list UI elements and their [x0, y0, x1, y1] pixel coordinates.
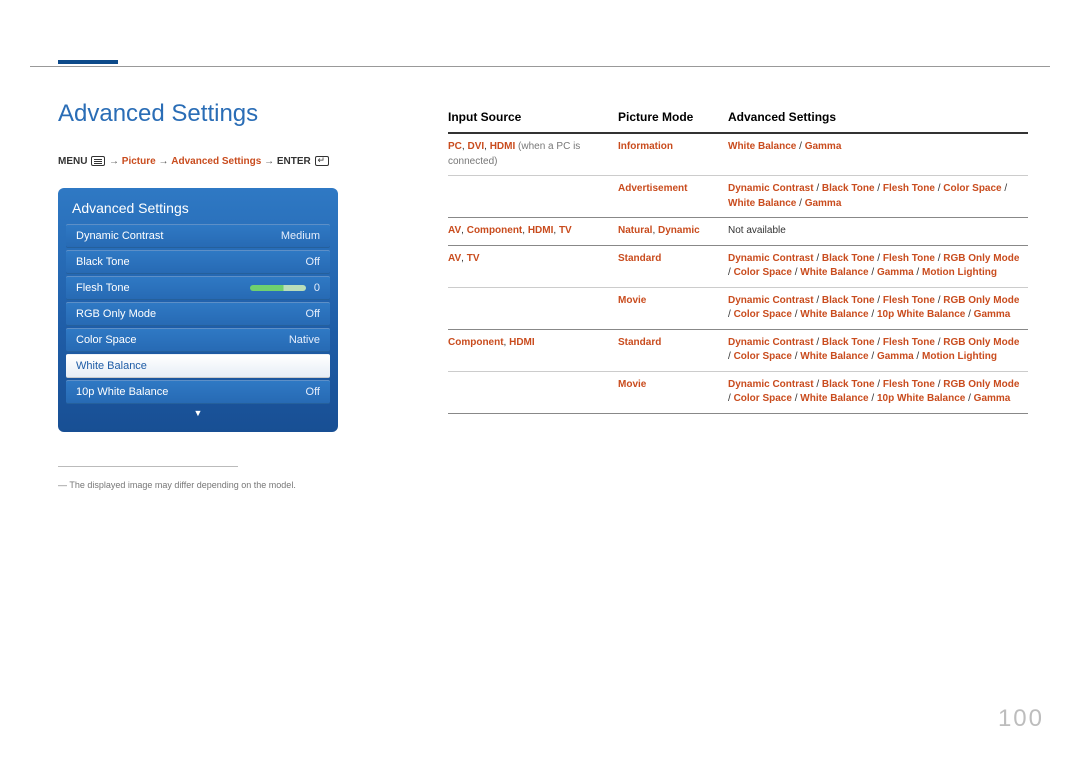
- cell-picture-mode: Standard: [618, 246, 728, 287]
- header-rule: [30, 66, 1050, 67]
- cell-advanced-settings: Dynamic Contrast / Black Tone / Flesh To…: [728, 330, 1028, 371]
- footnote-divider: [58, 466, 238, 467]
- cell-advanced-settings: Dynamic Contrast / Black Tone / Flesh To…: [728, 372, 1028, 413]
- osd-panel: Advanced Settings Dynamic Contrast Medium…: [58, 188, 338, 432]
- osd-row-label: Color Space: [76, 334, 137, 346]
- cell-input-source: Component, HDMI: [448, 330, 618, 371]
- cell-input-source: AV, TV: [448, 246, 618, 287]
- footnote: ― The displayed image may differ dependi…: [58, 480, 296, 490]
- scroll-down-icon[interactable]: ▼: [66, 406, 330, 418]
- osd-row-white-balance[interactable]: White Balance: [66, 354, 330, 378]
- breadcrumb: MENU → Picture → Advanced Settings → ENT…: [58, 156, 330, 167]
- cell-input-source: [448, 176, 618, 217]
- table-row: AV, Component, HDMI, TVNatural, DynamicN…: [448, 218, 1028, 246]
- cell-picture-mode: Information: [618, 134, 728, 175]
- cell-advanced-settings: Not available: [728, 218, 1028, 245]
- osd-row-label: RGB Only Mode: [76, 308, 156, 320]
- osd-title: Advanced Settings: [66, 196, 330, 224]
- osd-row-rgb-only-mode[interactable]: RGB Only Mode Off: [66, 302, 330, 326]
- page-title: Advanced Settings: [58, 100, 258, 128]
- cell-advanced-settings: Dynamic Contrast / Black Tone / Flesh To…: [728, 246, 1028, 287]
- osd-row-flesh-tone[interactable]: Flesh Tone 0: [66, 276, 330, 300]
- osd-row-label: 10p White Balance: [76, 386, 168, 398]
- osd-row-label: Black Tone: [76, 256, 130, 268]
- osd-row-value: Off: [306, 308, 320, 320]
- osd-row-10p-white-balance[interactable]: 10p White Balance Off: [66, 380, 330, 404]
- table-row: AV, TVStandardDynamic Contrast / Black T…: [448, 246, 1028, 288]
- enter-icon: [315, 156, 329, 166]
- cell-picture-mode: Natural, Dynamic: [618, 218, 728, 245]
- cell-input-source: [448, 288, 618, 329]
- enter-label: ENTER: [277, 156, 311, 167]
- osd-row-value: 0: [250, 282, 320, 294]
- osd-row-value: Native: [289, 334, 320, 346]
- cell-advanced-settings: Dynamic Contrast / Black Tone / Flesh To…: [728, 176, 1028, 217]
- col-advanced-settings: Advanced Settings: [728, 103, 1028, 132]
- cell-picture-mode: Standard: [618, 330, 728, 371]
- menu-label: MENU: [58, 156, 87, 167]
- osd-row-value: Off: [306, 386, 320, 398]
- table-row: Component, HDMIStandardDynamic Contrast …: [448, 330, 1028, 372]
- cell-picture-mode: Advertisement: [618, 176, 728, 217]
- osd-row-label: White Balance: [76, 360, 147, 372]
- table-row: PC, DVI, HDMI (when a PC is connected)In…: [448, 134, 1028, 176]
- col-picture-mode: Picture Mode: [618, 103, 728, 132]
- settings-table: Input Source Picture Mode Advanced Setti…: [448, 103, 1028, 414]
- cell-input-source: AV, Component, HDMI, TV: [448, 218, 618, 245]
- menu-icon: [91, 156, 105, 166]
- col-input-source: Input Source: [448, 103, 618, 132]
- osd-row-label: Dynamic Contrast: [76, 230, 163, 242]
- page-number: 100: [998, 705, 1044, 733]
- osd-row-black-tone[interactable]: Black Tone Off: [66, 250, 330, 274]
- table-row: MovieDynamic Contrast / Black Tone / Fle…: [448, 372, 1028, 414]
- table-row: AdvertisementDynamic Contrast / Black To…: [448, 176, 1028, 218]
- cell-input-source: [448, 372, 618, 413]
- cell-input-source: PC, DVI, HDMI (when a PC is connected): [448, 134, 618, 175]
- osd-row-label: Flesh Tone: [76, 282, 130, 294]
- cell-picture-mode: Movie: [618, 372, 728, 413]
- slider-track[interactable]: [250, 285, 306, 291]
- table-row: MovieDynamic Contrast / Black Tone / Fle…: [448, 288, 1028, 330]
- osd-row-dynamic-contrast[interactable]: Dynamic Contrast Medium: [66, 224, 330, 248]
- header-accent: [58, 60, 118, 64]
- cell-picture-mode: Movie: [618, 288, 728, 329]
- osd-row-value: Medium: [281, 230, 320, 242]
- cell-advanced-settings: Dynamic Contrast / Black Tone / Flesh To…: [728, 288, 1028, 329]
- osd-row-color-space[interactable]: Color Space Native: [66, 328, 330, 352]
- cell-advanced-settings: White Balance / Gamma: [728, 134, 1028, 175]
- table-header-row: Input Source Picture Mode Advanced Setti…: [448, 103, 1028, 134]
- osd-row-value: Off: [306, 256, 320, 268]
